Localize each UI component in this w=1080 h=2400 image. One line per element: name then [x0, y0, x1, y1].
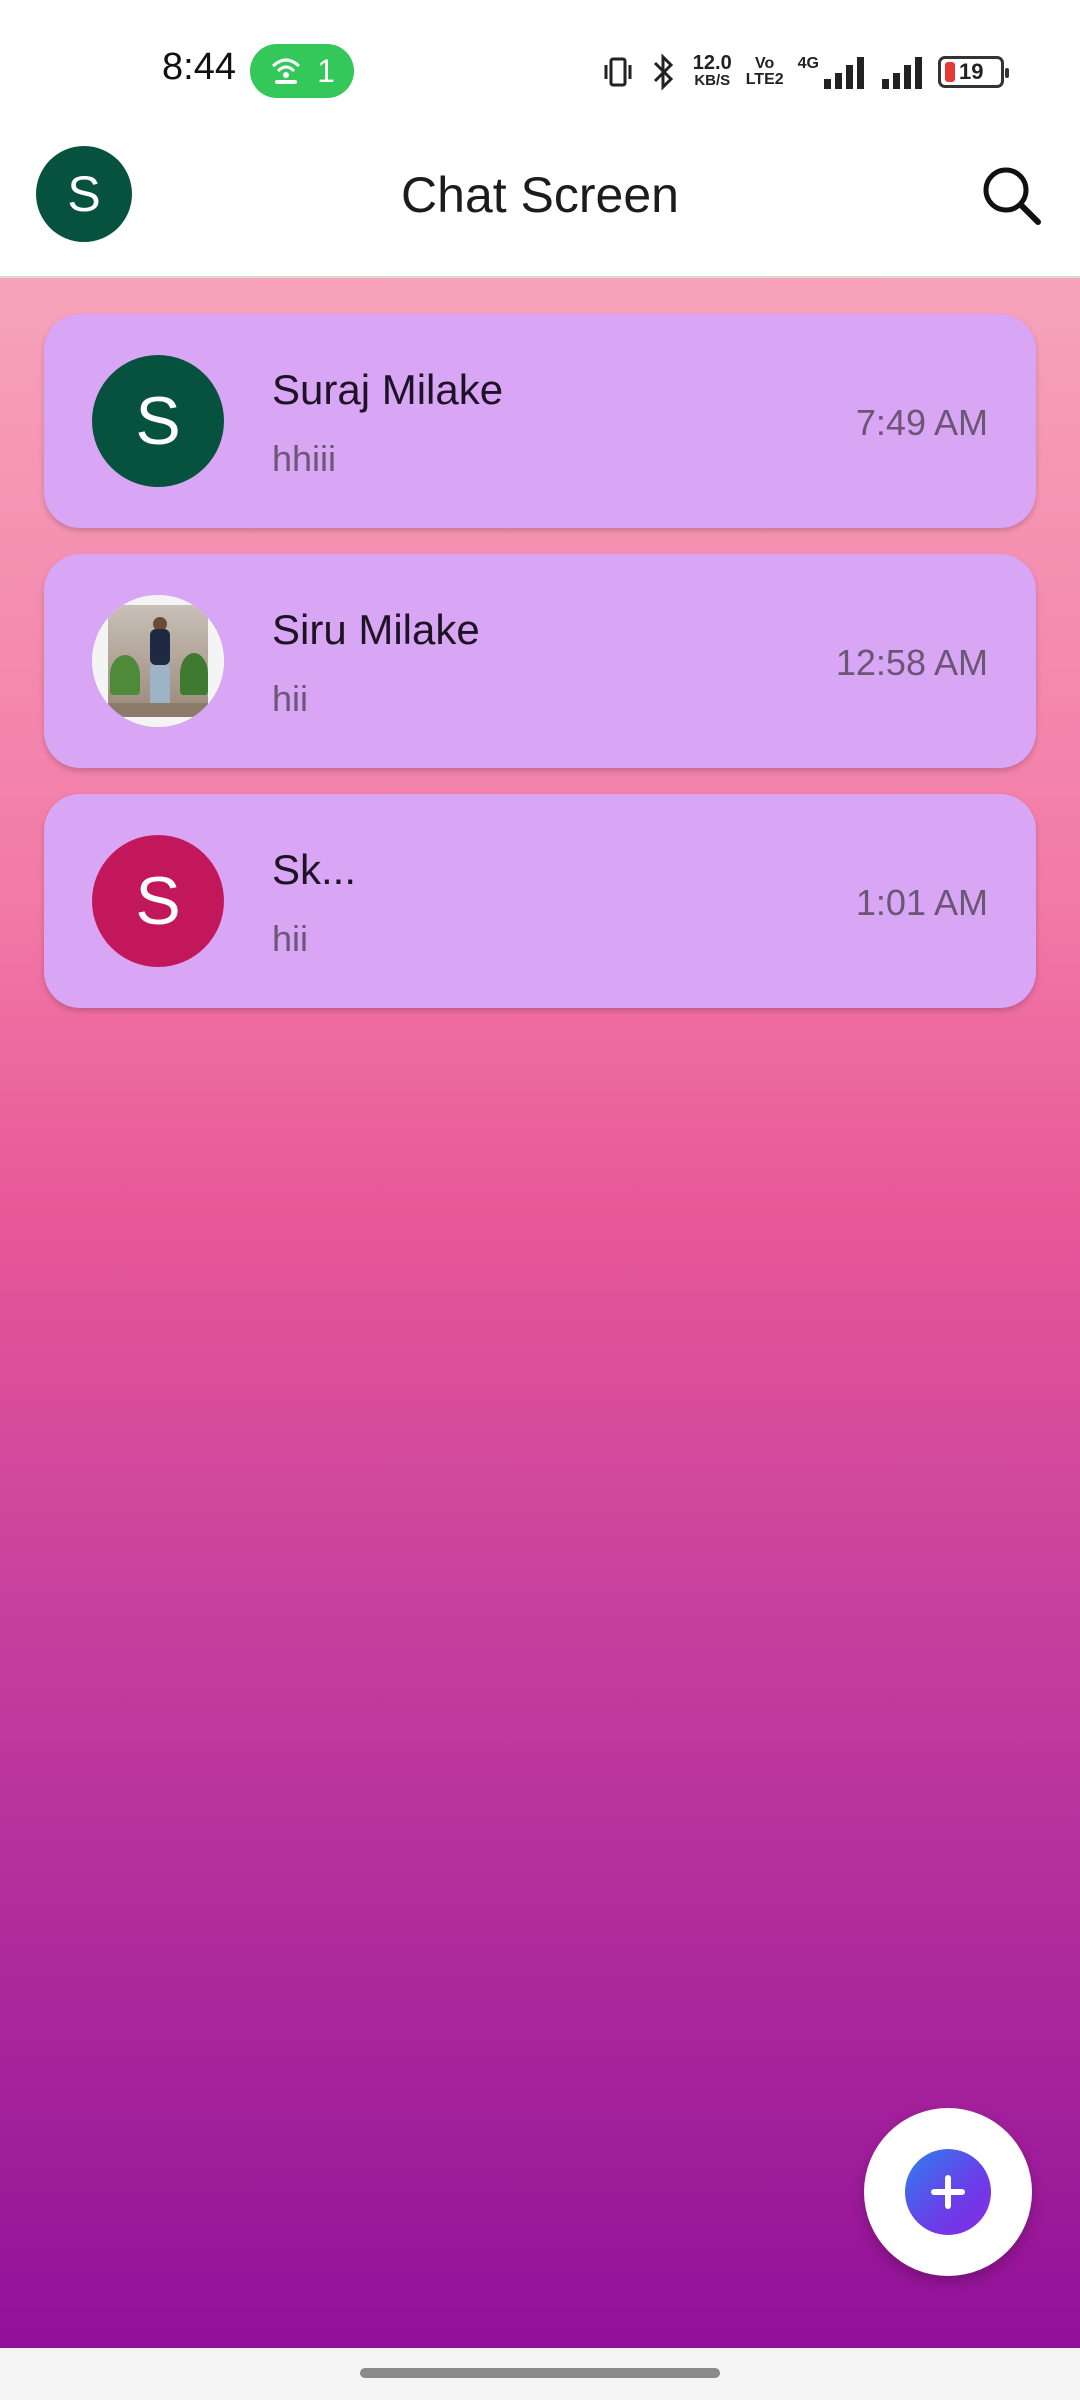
signal-4g: 4G — [798, 55, 866, 89]
vibrate-icon — [604, 57, 632, 87]
avatar: S — [92, 355, 224, 487]
volte-indicator: Vo LTE2 — [746, 56, 784, 88]
search-button[interactable] — [978, 162, 1044, 228]
avatar — [92, 595, 224, 727]
home-indicator[interactable] — [360, 2368, 720, 2378]
chat-item[interactable]: S Sk... hii 1:01 AM — [44, 794, 1036, 1008]
avatar: S — [92, 835, 224, 967]
status-time: 8:44 — [162, 46, 236, 88]
signal-icon-sim2 — [882, 57, 922, 89]
chat-item[interactable]: S Suraj Milake hhiii 7:49 AM — [44, 314, 1036, 528]
new-chat-button[interactable] — [864, 2108, 1032, 2276]
chat-time: 7:49 AM — [855, 402, 988, 443]
network-speed-unit: KB/S — [694, 72, 731, 89]
hotspot-indicator[interactable]: 1 — [250, 44, 354, 98]
page-title: Chat Screen — [401, 167, 679, 223]
avatar-initial: S — [135, 383, 181, 459]
plus-icon — [931, 2175, 965, 2209]
volte-bottom: LTE2 — [745, 71, 784, 88]
battery-fill — [945, 62, 955, 82]
chat-item[interactable]: Siru Milake hii 12:58 AM — [44, 554, 1036, 768]
signal-icon — [824, 57, 864, 89]
network-type: 4G — [797, 55, 819, 72]
chat-time: 12:58 AM — [835, 642, 988, 683]
avatar-initial: S — [135, 863, 181, 939]
chat-time: 1:01 AM — [855, 882, 988, 923]
volte-top: Vo — [755, 55, 775, 72]
chat-last-message: hii — [272, 918, 309, 959]
battery-icon: 19 — [938, 56, 1009, 88]
hotspot-icon — [272, 58, 301, 84]
app-bar: S Chat Screen — [0, 140, 1080, 278]
bluetooth-icon — [653, 53, 673, 91]
chat-name: Siru Milake — [272, 606, 480, 653]
chat-last-message: hii — [272, 678, 309, 719]
chat-name: Suraj Milake — [272, 366, 504, 413]
chat-screen: 8:44 1 12.0 KB/S Vo LTE2 4G 19 S Chat Sc… — [0, 0, 1080, 2400]
search-icon — [983, 167, 1041, 225]
chat-list: S Suraj Milake hhiii 7:49 AM Siru Milake… — [0, 278, 1080, 2348]
avatar-photo — [92, 595, 224, 727]
hotspot-count: 1 — [317, 52, 335, 89]
fab-inner — [905, 2149, 991, 2235]
network-speed: 12.0 KB/S — [692, 52, 732, 90]
status-bar: 8:44 1 12.0 KB/S Vo LTE2 4G 19 — [0, 0, 1080, 140]
navigation-bar — [0, 2348, 1080, 2400]
chat-name: Sk... — [272, 846, 357, 893]
status-icons: 12.0 KB/S Vo LTE2 4G 19 — [601, 50, 1009, 94]
chat-last-message: hhiii — [272, 438, 337, 479]
battery-level: 19 — [959, 59, 984, 84]
network-speed-value: 12.0 — [692, 52, 732, 74]
